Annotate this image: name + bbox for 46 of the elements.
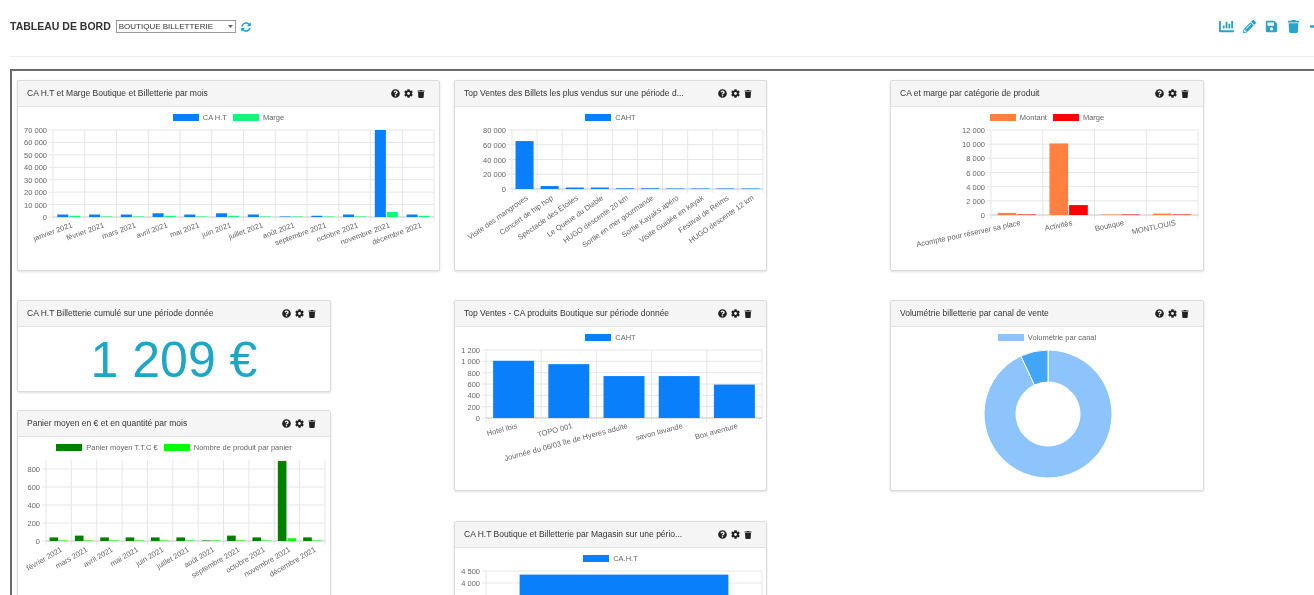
delete-icon[interactable] <box>744 530 752 539</box>
settings-icon[interactable] <box>1168 309 1177 318</box>
page-title: TABLEAU DE BORD <box>10 19 111 34</box>
delete-icon[interactable] <box>308 419 316 428</box>
settings-icon[interactable] <box>731 530 740 539</box>
bar <box>515 141 534 189</box>
widget-title: Volumétrie billetterie par canal de vente <box>900 307 1049 320</box>
settings-icon[interactable] <box>404 89 413 98</box>
settings-icon[interactable] <box>1168 89 1177 98</box>
bar <box>493 360 535 418</box>
help-icon[interactable] <box>282 309 291 318</box>
bar <box>603 376 645 418</box>
pencil-icon[interactable] <box>1243 20 1256 33</box>
widget-title: CA et marge par catégorie de produit <box>900 87 1040 100</box>
refresh-icon[interactable] <box>240 21 251 32</box>
settings-icon[interactable] <box>731 89 740 98</box>
widget-title: Panier moyen en € et en quantité par mois <box>27 417 188 430</box>
widget-title: Top Ventes des Billets les plus vendus sur une période d... <box>464 87 684 100</box>
bar <box>713 384 755 418</box>
help-icon[interactable] <box>718 530 727 539</box>
delete-icon[interactable] <box>308 309 316 318</box>
bar-chart-icon[interactable] <box>1219 19 1234 34</box>
total-amount: 1 209 € <box>90 331 258 390</box>
settings-icon[interactable] <box>731 309 740 318</box>
bar <box>658 376 700 418</box>
widget-title: CA H.T Boutique et Billetterie par Magasin sur une pério... <box>464 528 683 541</box>
delete-icon[interactable] <box>417 89 425 98</box>
widget-title: CA H.T Billetterie cumulé sur une période donnée <box>27 307 214 320</box>
help-icon[interactable] <box>1155 89 1164 98</box>
widget-title: CA H.T et Marge Boutique et Billetterie par mois <box>27 87 208 100</box>
widget-title: Top Ventes - CA produits Boutique sur période donnée <box>464 307 670 320</box>
caret-icon <box>227 25 233 29</box>
delete-icon[interactable] <box>1181 309 1189 318</box>
help-icon[interactable] <box>391 89 400 98</box>
help-icon[interactable] <box>718 309 727 318</box>
help-icon[interactable] <box>718 89 727 98</box>
dashboard-select[interactable]: BOUTIQUE BILLETTERIE <box>115 20 236 34</box>
help-icon[interactable] <box>282 419 291 428</box>
help-icon[interactable] <box>1155 309 1164 318</box>
settings-icon[interactable] <box>295 309 304 318</box>
delete-icon[interactable] <box>744 89 752 98</box>
settings-icon[interactable] <box>295 419 304 428</box>
delete-icon[interactable] <box>1181 89 1189 98</box>
delete-icon[interactable] <box>744 309 752 318</box>
bar <box>548 364 590 418</box>
bar <box>540 186 559 189</box>
